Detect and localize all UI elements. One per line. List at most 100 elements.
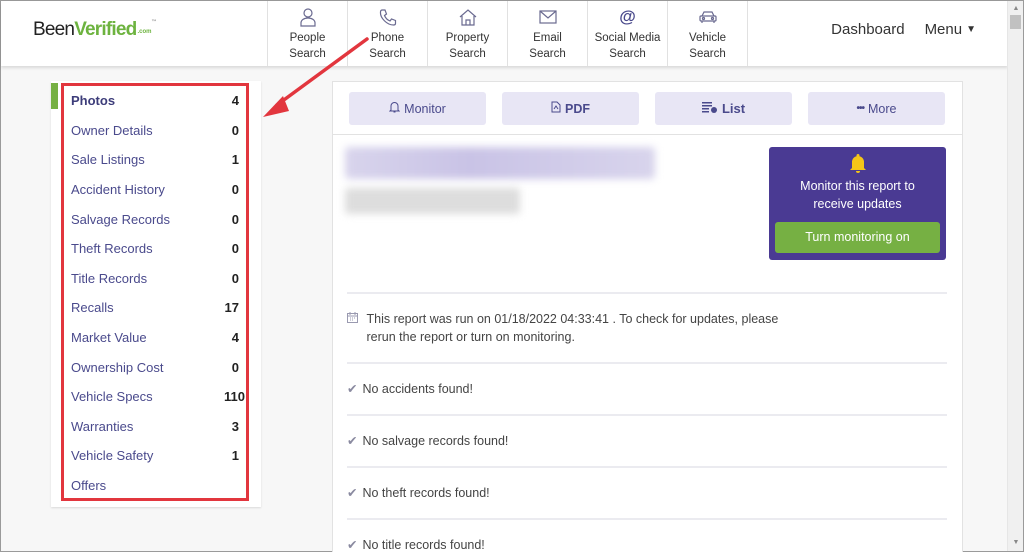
nav-label-line2: Search xyxy=(449,48,486,60)
scroll-down-arrow-icon[interactable]: ▼ xyxy=(1008,537,1024,549)
sidebar-item-title-records[interactable]: Title Records 0 xyxy=(64,264,246,294)
dashboard-link[interactable]: Dashboard xyxy=(831,21,904,38)
caret-down-icon: ▼ xyxy=(966,24,976,35)
ellipsis-icon: ••• xyxy=(856,103,865,114)
sidebar-item-label: Owner Details xyxy=(71,122,153,138)
sidebar-item-label: Ownership Cost xyxy=(71,359,164,375)
finding-text: No theft records found! xyxy=(362,486,490,500)
nav-people-search[interactable]: People Search xyxy=(268,1,348,66)
finding-row: ✔ No accidents found! xyxy=(347,362,947,414)
sidebar-item-label: Market Value xyxy=(71,330,147,346)
sidebar-item-label: Photos xyxy=(71,93,116,109)
sidebar-item-owner-details[interactable]: Owner Details 0 xyxy=(64,116,246,146)
sidebar-item-count: 17 xyxy=(224,300,239,316)
sidebar-item-count: 0 xyxy=(231,241,239,257)
sidebar-item-offers[interactable]: Offers xyxy=(64,471,246,501)
report-run-text: This report was run on 01/18/2022 04:33:… xyxy=(366,312,779,344)
sidebar-item-count: 0 xyxy=(231,359,239,375)
monitor-label: Monitor xyxy=(404,101,446,116)
sidebar-item-count: 1 xyxy=(231,152,239,168)
top-header: BeenVerified.com ™ People Search Phone Sear… xyxy=(1,1,1008,66)
checkmark-icon: ✔ xyxy=(347,486,358,500)
envelope-icon xyxy=(538,6,557,28)
finding-row: ✔ No salvage records found! xyxy=(347,414,947,466)
more-label: More xyxy=(868,101,897,116)
nav-vehicle-search[interactable]: Vehicle Search xyxy=(668,1,748,66)
sidebar-item-count: 1 xyxy=(231,448,239,464)
pdf-button[interactable]: PDF xyxy=(502,92,639,125)
finding-row: ✔ No theft records found! xyxy=(347,466,947,518)
list-button[interactable]: List xyxy=(655,92,792,125)
car-icon xyxy=(698,6,718,28)
list-label: List xyxy=(721,101,746,116)
monitor-card-message: Monitor this report to receive updates xyxy=(800,179,915,211)
calendar-icon xyxy=(347,312,361,326)
sidebar-item-label: Recalls xyxy=(71,300,114,316)
checkmark-icon: ✔ xyxy=(347,434,358,448)
nav-label-line1: Property xyxy=(445,32,490,44)
finding-text: No accidents found! xyxy=(362,382,473,396)
scroll-up-arrow-icon[interactable]: ▲ xyxy=(1008,3,1024,15)
sidebar-item-count: 0 xyxy=(231,182,239,198)
checkmark-icon: ✔ xyxy=(347,382,358,396)
logo-suffix: .com xyxy=(137,29,152,35)
sidebar-item-market-value[interactable]: Market Value 4 xyxy=(64,323,246,353)
nav-phone-search[interactable]: Phone Search xyxy=(348,1,428,66)
pdf-file-icon xyxy=(551,101,561,116)
finding-text: No salvage records found! xyxy=(362,434,509,448)
nav-label-line1: Email xyxy=(533,32,562,44)
report-toolbar: Monitor PDF List ••• More xyxy=(333,82,962,135)
person-icon xyxy=(299,6,317,28)
nav-property-search[interactable]: Property Search xyxy=(428,1,508,66)
report-run-info: This report was run on 01/18/2022 04:33:… xyxy=(347,292,947,362)
report-sections-sidebar: Photos 4 Owner Details 0 Sale Listings 1 Ac… xyxy=(51,81,261,507)
nav-email-search[interactable]: Email Search xyxy=(508,1,588,66)
logo-text-verified: Verified xyxy=(74,19,137,40)
sidebar-item-theft-records[interactable]: Theft Records 0 xyxy=(64,234,246,264)
phone-icon xyxy=(379,6,397,28)
pdf-label: PDF xyxy=(565,101,590,116)
sidebar-item-accident-history[interactable]: Accident History 0 xyxy=(64,175,246,205)
bell-outline-icon xyxy=(388,101,401,116)
menu-dropdown[interactable]: Menu ▼ xyxy=(925,21,976,38)
nav-label-line2: Search xyxy=(689,48,726,60)
sidebar-item-label: Title Records xyxy=(71,270,148,286)
more-button[interactable]: ••• More xyxy=(808,92,945,125)
monitor-report-card: Monitor this report to receive updates T… xyxy=(769,147,946,260)
nav-social-media-search[interactable]: @ Social Media Search xyxy=(588,1,668,66)
sidebar-item-label: Vehicle Safety xyxy=(71,448,154,464)
scrollbar-thumb[interactable] xyxy=(1010,15,1021,29)
highlighted-sections-box: Photos 4 Owner Details 0 Sale Listings 1 Ac… xyxy=(61,83,249,501)
sidebar-item-label: Vehicle Specs xyxy=(71,389,153,405)
nav-label-line2: Search xyxy=(529,48,566,60)
sidebar-item-label: Offers xyxy=(71,478,107,494)
redacted-vehicle-title xyxy=(345,147,655,179)
sidebar-item-label: Theft Records xyxy=(71,241,153,257)
nav-label-line1: Social Media xyxy=(594,32,661,44)
checkmark-icon: ✔ xyxy=(347,538,358,552)
nav-label-line1: Phone xyxy=(370,32,405,44)
nav-label-line1: Vehicle xyxy=(688,32,727,44)
at-sign-icon: @ xyxy=(619,7,636,26)
sidebar-item-vehicle-safety[interactable]: Vehicle Safety 1 xyxy=(64,441,246,471)
active-section-indicator xyxy=(51,83,58,109)
beenverified-logo[interactable]: BeenVerified.com ™ xyxy=(33,19,156,41)
sidebar-item-vehicle-specs[interactable]: Vehicle Specs 110 xyxy=(64,382,246,412)
finding-text: No title records found! xyxy=(362,538,485,552)
turn-monitoring-on-button[interactable]: Turn monitoring on xyxy=(775,222,940,253)
report-findings: This report was run on 01/18/2022 04:33:… xyxy=(347,292,947,552)
sidebar-item-recalls[interactable]: Recalls 17 xyxy=(64,293,246,323)
sidebar-item-sale-listings[interactable]: Sale Listings 1 xyxy=(64,145,246,175)
finding-row: ✔ No title records found! xyxy=(347,518,947,552)
page-scrollbar[interactable]: ▲ ▼ xyxy=(1007,1,1023,551)
sidebar-item-count: 4 xyxy=(231,330,239,346)
sidebar-item-count: 0 xyxy=(231,270,239,286)
monitor-button[interactable]: Monitor xyxy=(349,92,486,125)
sidebar-item-label: Warranties xyxy=(71,418,134,434)
sidebar-item-salvage-records[interactable]: Salvage Records 0 xyxy=(64,204,246,234)
nav-label-line2: Search xyxy=(289,48,326,60)
sidebar-item-warranties[interactable]: Warranties 3 xyxy=(64,412,246,442)
house-icon xyxy=(458,6,478,28)
sidebar-item-photos[interactable]: Photos 4 xyxy=(64,86,246,116)
sidebar-item-ownership-cost[interactable]: Ownership Cost 0 xyxy=(64,352,246,382)
